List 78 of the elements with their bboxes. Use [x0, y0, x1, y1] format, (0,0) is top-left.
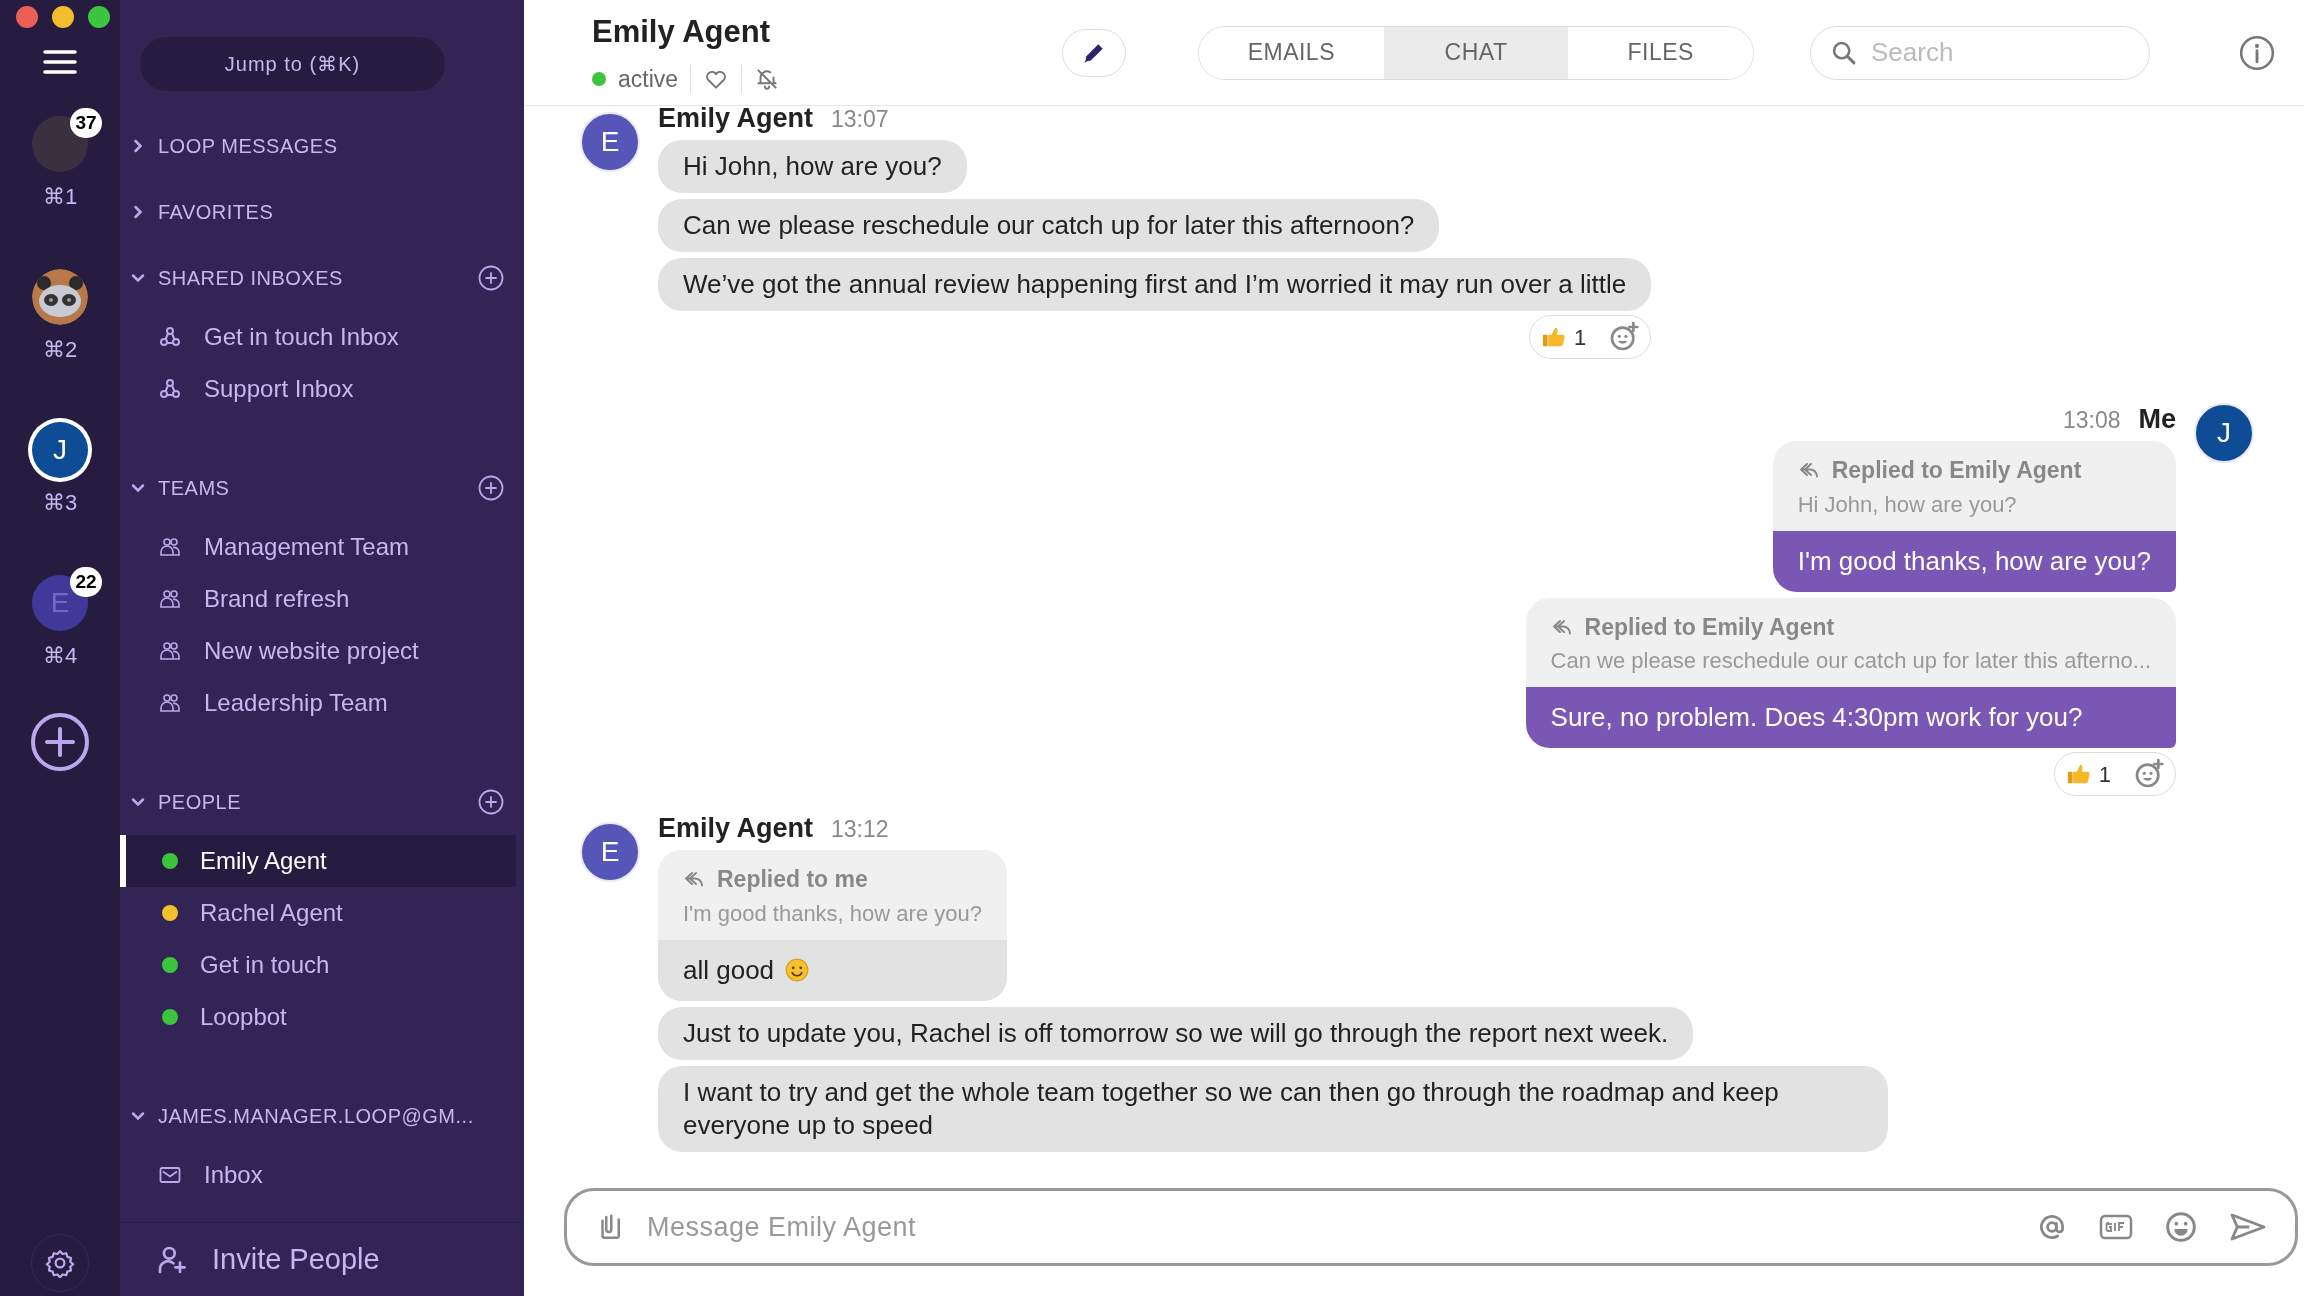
add-workspace-icon[interactable]: [30, 712, 90, 772]
sidebar-item[interactable]: New website project: [120, 625, 516, 677]
sidebar-item[interactable]: Leadership Team: [120, 677, 516, 729]
info-icon[interactable]: [2238, 33, 2276, 72]
add-reaction-icon[interactable]: [2133, 758, 2165, 790]
mention-icon[interactable]: [2037, 1212, 2067, 1242]
smiley-icon: [784, 957, 811, 983]
reply-label: Replied to me: [717, 865, 868, 894]
send-icon[interactable]: [2229, 1211, 2267, 1243]
quoted-text: I'm good thanks, how are you?: [683, 899, 982, 928]
emoji-icon[interactable]: [2165, 1211, 2197, 1243]
message-text: I'm good thanks, how are you?: [1772, 530, 2176, 592]
close-window-button[interactable]: [16, 6, 38, 28]
message-composer[interactable]: Message Emily Agent: [564, 1188, 2298, 1266]
message-bubble: I want to try and get the whole team together so we can then go through the roadmap and keep everyone up to speed: [658, 1065, 1888, 1152]
add-icon[interactable]: [478, 475, 504, 501]
sidebar-item[interactable]: Support Inbox: [120, 363, 516, 415]
reply-label: Replied to Emily Agent: [1584, 612, 1835, 642]
sidebar-item[interactable]: Rachel Agent: [120, 887, 516, 939]
reply-label: Replied to Emily Agent: [1831, 456, 2082, 485]
sidebar-item[interactable]: Get in touch Inbox: [120, 311, 516, 363]
workspace-shortcut: ⌘2: [42, 336, 78, 364]
gif-icon[interactable]: [2099, 1212, 2133, 1242]
workspace-shortcut: ⌘3: [42, 489, 78, 517]
quoted-text: Hi John, how are you?: [1797, 490, 2018, 519]
team-icon: [158, 691, 182, 715]
message-bubble: Just to update you, Rachel is off tomorrow so we will go through the report next week.: [658, 1006, 1694, 1060]
message-time: 13:07: [831, 106, 889, 134]
avatar: E: [580, 822, 640, 882]
inbox-group-icon: [158, 325, 182, 349]
section-header[interactable]: SHARED INBOXES: [158, 263, 343, 293]
section-header[interactable]: LOOP MESSAGES: [158, 131, 338, 161]
workspace-shortcut: ⌘4: [42, 642, 78, 670]
workspace-shortcut: ⌘1: [42, 183, 78, 211]
jump-to-button[interactable]: Jump to (⌘K): [140, 37, 445, 91]
add-reaction-icon[interactable]: [1608, 321, 1641, 353]
avatar: E: [580, 112, 640, 172]
settings-icon: [45, 1248, 75, 1278]
contact-name: Emily Agent: [592, 13, 771, 51]
add-icon[interactable]: [478, 265, 504, 291]
sidebar-item[interactable]: Management Team: [120, 521, 516, 573]
sidebar-item[interactable]: Emily Agent: [120, 835, 516, 887]
team-icon: [158, 535, 182, 559]
section-header[interactable]: PEOPLE: [158, 787, 242, 817]
team-icon: [158, 587, 182, 611]
status-text: active: [618, 64, 679, 94]
sidebar-item[interactable]: Brand refresh: [120, 573, 516, 625]
tab[interactable]: CHAT: [1383, 26, 1569, 79]
workspace-avatar[interactable]: J: [32, 422, 88, 478]
unread-badge: 22: [70, 567, 102, 597]
sidebar-item[interactable]: Get in touch: [120, 939, 516, 991]
message-bubble: Can we please reschedule our catch up for later this afternoon?: [658, 199, 1440, 252]
sidebar-item[interactable]: Loopbot: [120, 991, 516, 1043]
inbox-group-icon: [158, 377, 182, 401]
section-header[interactable]: JAMES.MANAGER.LOOP@GM...: [158, 1101, 474, 1131]
team-icon: [158, 639, 182, 663]
minimize-window-button[interactable]: [52, 6, 74, 28]
message-text: Sure, no problem. Does 4:30pm work for you?: [1525, 687, 2176, 748]
invite-people-button[interactable]: Invite People: [120, 1237, 380, 1282]
menu-icon[interactable]: [42, 48, 78, 76]
message-bubble: Hi John, how are you?: [658, 140, 967, 193]
avatar: J: [2194, 403, 2254, 463]
unread-badge: 37: [70, 108, 102, 138]
panda-avatar-drawing[interactable]: [32, 269, 88, 325]
maximize-window-button[interactable]: [88, 6, 110, 28]
sidebar-item[interactable]: Inbox: [120, 1149, 516, 1201]
message-field[interactable]: Message Emily Agent: [647, 1206, 2015, 1248]
message-bubble: We’ve got the annual review happening first and I’m worried it may run over a little: [658, 258, 1652, 311]
section-header[interactable]: FAVORITES: [158, 197, 274, 227]
sender-name: Emily Agent: [658, 106, 814, 135]
quoted-text: Can we please reschedule our catch up for later this afterno...: [1550, 647, 2151, 675]
add-icon[interactable]: [478, 789, 504, 815]
section-header[interactable]: TEAMS: [158, 473, 230, 503]
message-time: 13:08: [2062, 406, 2121, 435]
message-time: 13:12: [831, 815, 889, 844]
search-field[interactable]: Search: [1810, 25, 2150, 80]
sender-name: Me: [2138, 403, 2176, 436]
sender-name: Emily Agent: [658, 812, 814, 845]
